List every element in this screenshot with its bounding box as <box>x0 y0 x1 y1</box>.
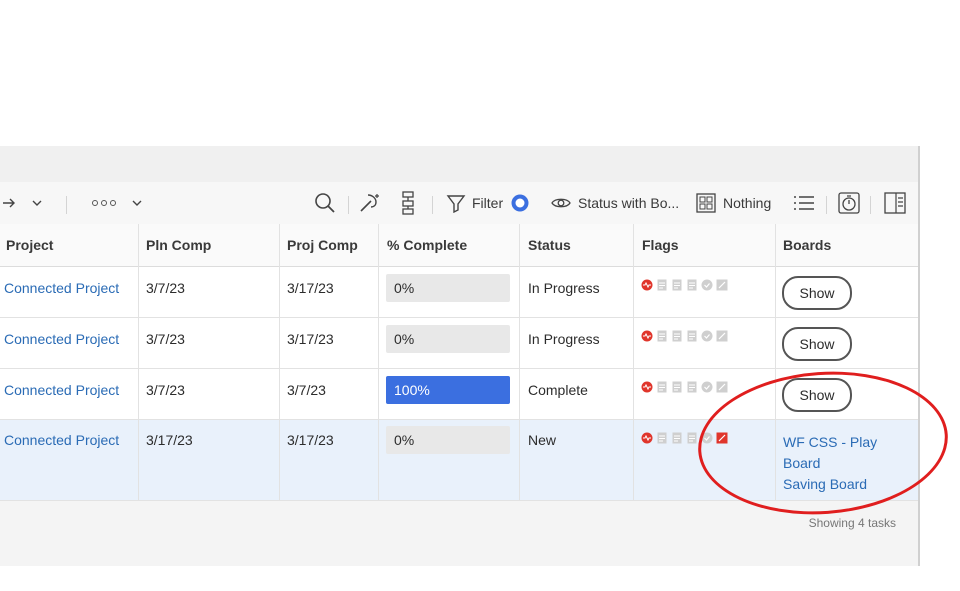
eye-icon <box>551 196 571 210</box>
health-flag-icon <box>641 279 653 291</box>
proj-comp-value: 3/17/23 <box>287 280 334 296</box>
chevron-down-icon[interactable] <box>31 182 43 224</box>
health-flag-icon <box>641 432 653 444</box>
document-flag-icon <box>672 381 682 393</box>
notes-flag-icon <box>657 330 667 342</box>
column-header-proj-comp[interactable]: Proj Comp <box>287 224 358 266</box>
proj-comp-value: 3/7/23 <box>287 382 326 398</box>
project-link[interactable]: Connected Project <box>4 432 119 448</box>
more-icon[interactable] <box>92 182 116 224</box>
delete-flag-icon <box>687 330 697 342</box>
progress-bar: 0% <box>386 325 510 353</box>
flags-group <box>641 330 728 342</box>
column-header-flags[interactable]: Flags <box>642 224 679 266</box>
document-flag-icon <box>672 330 682 342</box>
filter-icon <box>446 193 466 213</box>
column-header-pln-comp[interactable]: Pln Comp <box>146 224 211 266</box>
health-flag-icon <box>641 330 653 342</box>
filter-button[interactable]: Filter <box>446 182 503 224</box>
resize-flag-icon <box>716 279 728 291</box>
filter-toggle[interactable] <box>510 182 530 224</box>
project-link[interactable]: Connected Project <box>4 280 119 296</box>
approval-flag-icon <box>701 279 713 291</box>
notes-flag-icon <box>657 432 667 444</box>
column-divider <box>378 224 379 500</box>
arrow-right-icon[interactable] <box>2 182 16 224</box>
progress-bar: 100% <box>386 376 510 404</box>
status-value: In Progress <box>528 280 600 296</box>
approval-flag-icon <box>701 381 713 393</box>
proj-comp-value: 3/17/23 <box>287 432 334 448</box>
column-header-project[interactable]: Project <box>6 224 53 266</box>
column-divider <box>519 224 520 500</box>
column-header-status[interactable]: Status <box>528 224 571 266</box>
panel-icon[interactable] <box>884 182 906 224</box>
progress-bar: 0% <box>386 426 510 454</box>
approval-flag-icon <box>701 330 713 342</box>
notes-flag-icon <box>657 279 667 291</box>
toolbar-divider <box>348 196 349 214</box>
view-selector[interactable]: Status with Bo... <box>551 182 679 224</box>
pln-comp-value: 3/17/23 <box>146 432 193 448</box>
panel-header-strip <box>0 146 918 183</box>
list-icon[interactable] <box>793 182 815 224</box>
progress-text: 100% <box>394 382 430 398</box>
resize-flag-icon <box>716 381 728 393</box>
column-header-pct-complete[interactable]: % Complete <box>387 224 467 266</box>
proj-comp-value: 3/17/23 <box>287 331 334 347</box>
delete-flag-icon <box>687 381 697 393</box>
wand-icon[interactable] <box>358 182 382 224</box>
project-link[interactable]: Connected Project <box>4 382 119 398</box>
grid-icon <box>696 193 716 213</box>
document-flag-icon <box>672 279 682 291</box>
progress-text: 0% <box>394 280 415 296</box>
pln-comp-value: 3/7/23 <box>146 382 185 398</box>
notes-flag-icon <box>657 381 667 393</box>
progress-text: 0% <box>394 331 415 347</box>
show-boards-button[interactable]: Show <box>782 276 852 310</box>
toolbar-divider <box>432 196 433 214</box>
column-divider <box>633 224 634 500</box>
project-link[interactable]: Connected Project <box>4 331 119 347</box>
status-value: Complete <box>528 382 588 398</box>
toolbar-divider <box>66 196 67 214</box>
task-count: Showing 4 tasks <box>808 516 896 530</box>
column-divider <box>138 224 139 500</box>
toolbar-divider <box>826 196 827 214</box>
column-divider <box>279 224 280 500</box>
pln-comp-value: 3/7/23 <box>146 280 185 296</box>
progress-text: 0% <box>394 432 415 448</box>
grouping-selector[interactable]: Nothing <box>696 182 771 224</box>
status-value: New <box>528 432 557 448</box>
timer-icon[interactable] <box>838 182 860 224</box>
delete-flag-icon <box>687 432 697 444</box>
toolbar: Filter Status with Bo... Nothing <box>0 182 918 225</box>
status-value: In Progress <box>528 331 600 347</box>
flags-group <box>641 381 728 393</box>
flags-group <box>641 279 728 291</box>
search-icon[interactable] <box>314 182 336 224</box>
progress-bar: 0% <box>386 274 510 302</box>
show-boards-button[interactable]: Show <box>782 327 852 361</box>
grouping-label: Nothing <box>723 195 772 211</box>
column-header-boards[interactable]: Boards <box>783 224 831 266</box>
document-flag-icon <box>672 432 682 444</box>
view-label: Status with Bo... <box>578 195 680 211</box>
filter-label: Filter <box>472 195 504 211</box>
hierarchy-icon[interactable] <box>400 182 418 224</box>
pln-comp-value: 3/7/23 <box>146 331 185 347</box>
resize-flag-icon <box>716 330 728 342</box>
health-flag-icon <box>641 381 653 393</box>
toolbar-divider <box>870 196 871 214</box>
chevron-down-icon[interactable] <box>131 182 143 224</box>
delete-flag-icon <box>687 279 697 291</box>
